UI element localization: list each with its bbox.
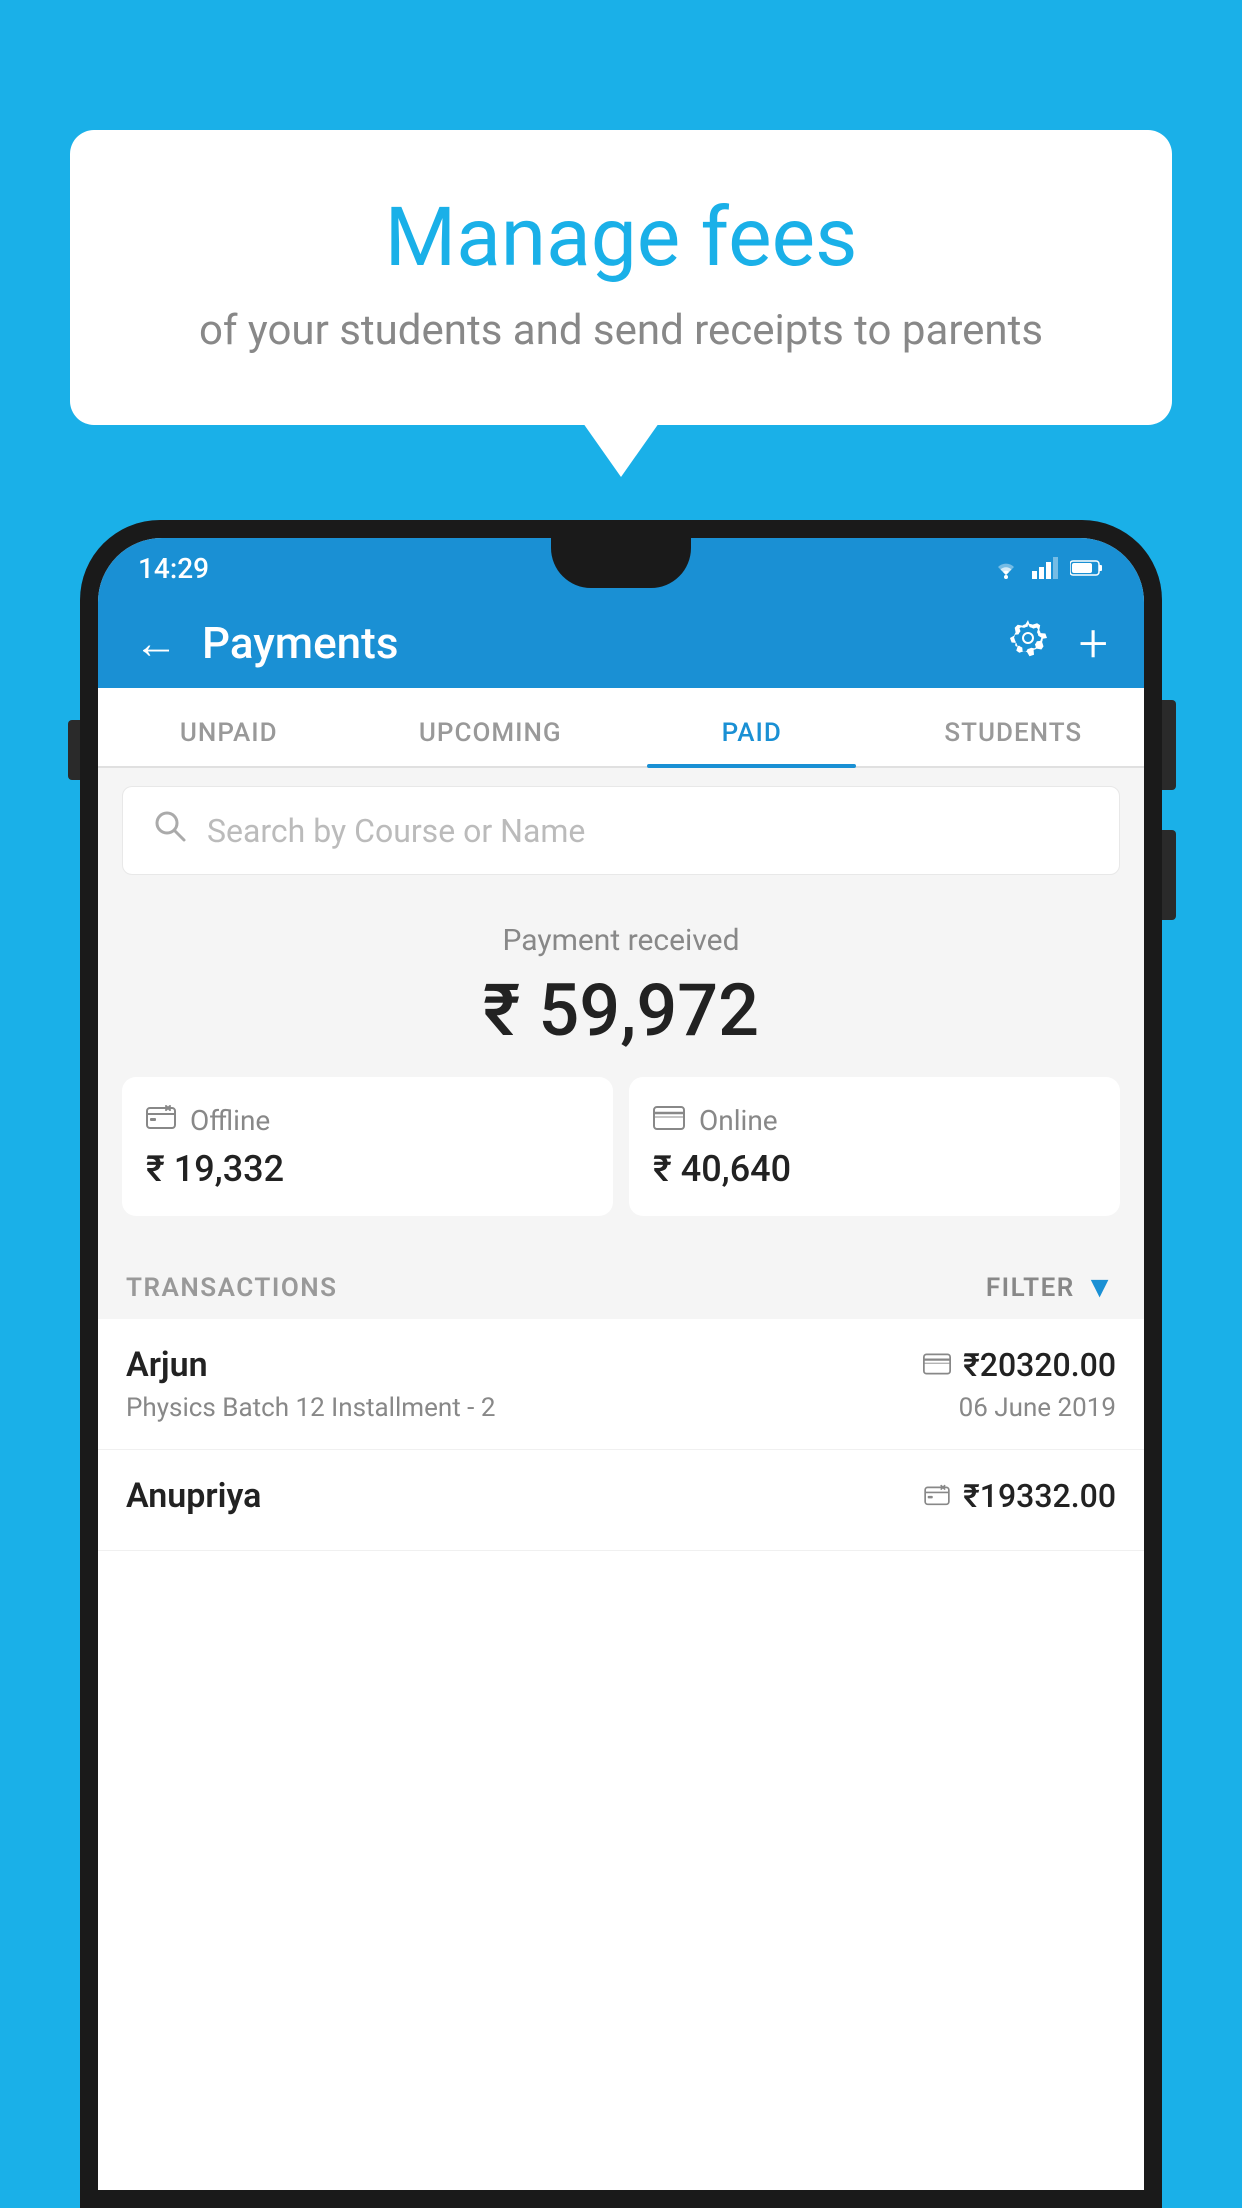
transaction-row[interactable]: Arjun ₹20320.00 Physics Batch 1 xyxy=(98,1319,1144,1450)
transaction-amount-wrap: ₹19332.00 xyxy=(923,1477,1116,1515)
tab-students[interactable]: STUDENTS xyxy=(883,718,1145,766)
offline-payment-icon xyxy=(146,1103,176,1138)
settings-button[interactable] xyxy=(1007,617,1049,669)
phone-frame: 14:29 xyxy=(80,520,1162,2208)
battery-icon xyxy=(1070,559,1104,577)
offline-type-label: Offline xyxy=(190,1104,270,1137)
payment-cards: Offline ₹ 19,332 xyxy=(122,1077,1120,1216)
phone-screen: 14:29 xyxy=(98,538,1144,2190)
search-container: Search by Course or Name xyxy=(98,768,1144,893)
online-payment-icon xyxy=(653,1103,685,1138)
offline-amount: ₹ 19,332 xyxy=(146,1148,589,1190)
app-bar: ← Payments + xyxy=(98,598,1144,688)
payment-total-amount: ₹ 59,972 xyxy=(122,968,1120,1053)
app-bar-actions: + xyxy=(1007,613,1108,674)
transaction-date: 06 June 2019 xyxy=(959,1393,1116,1423)
transaction-payment-icon xyxy=(923,1349,951,1382)
tab-unpaid[interactable]: UNPAID xyxy=(98,718,360,766)
phone-side-right2 xyxy=(1162,830,1176,920)
online-payment-card: Online ₹ 40,640 xyxy=(629,1077,1120,1216)
tab-upcoming[interactable]: UPCOMING xyxy=(360,718,622,766)
transaction-row[interactable]: Anupriya ₹19332.00 xyxy=(98,1450,1144,1551)
online-amount: ₹ 40,640 xyxy=(653,1148,1096,1190)
online-card-header: Online xyxy=(653,1103,1096,1138)
transaction-amount-wrap: ₹20320.00 xyxy=(923,1346,1116,1384)
transaction-bottom: Physics Batch 12 Installment - 2 06 June… xyxy=(126,1393,1116,1423)
status-icons xyxy=(990,557,1104,579)
offline-card-header: Offline xyxy=(146,1103,589,1138)
transaction-top: Anupriya ₹19332.00 xyxy=(126,1476,1116,1516)
phone-container: 14:29 xyxy=(80,520,1162,2208)
transaction-name: Anupriya xyxy=(126,1476,261,1516)
transaction-name: Arjun xyxy=(126,1345,208,1385)
wifi-icon xyxy=(990,557,1022,579)
filter-button[interactable]: FILTER ▼ xyxy=(986,1270,1116,1305)
filter-label: FILTER xyxy=(986,1273,1075,1303)
transactions-header: TRANSACTIONS FILTER ▼ xyxy=(98,1246,1144,1319)
transaction-course: Physics Batch 12 Installment - 2 xyxy=(126,1393,495,1423)
search-input[interactable]: Search by Course or Name xyxy=(207,812,585,850)
payment-received-label: Payment received xyxy=(122,923,1120,958)
transaction-payment-icon xyxy=(923,1480,951,1513)
speech-bubble: Manage fees of your students and send re… xyxy=(70,130,1172,425)
transaction-amount: ₹19332.00 xyxy=(963,1477,1116,1515)
search-icon xyxy=(153,809,187,852)
online-type-label: Online xyxy=(699,1104,778,1137)
phone-side-right1 xyxy=(1162,700,1176,790)
tabs-bar: UNPAID UPCOMING PAID STUDENTS xyxy=(98,688,1144,768)
transaction-amount: ₹20320.00 xyxy=(963,1346,1116,1384)
payment-summary: Payment received ₹ 59,972 xyxy=(98,893,1144,1246)
back-button[interactable]: ← xyxy=(134,617,178,669)
phone-notch xyxy=(551,538,691,588)
signal-icon xyxy=(1032,557,1060,579)
offline-payment-card: Offline ₹ 19,332 xyxy=(122,1077,613,1216)
status-bar: 14:29 xyxy=(98,538,1144,598)
status-time: 14:29 xyxy=(138,552,209,585)
app-bar-title: Payments xyxy=(202,617,1007,669)
filter-icon: ▼ xyxy=(1085,1270,1116,1305)
phone-side-left xyxy=(68,720,80,780)
bubble-subtitle: of your students and send receipts to pa… xyxy=(150,306,1092,355)
bubble-title: Manage fees xyxy=(150,190,1092,286)
transaction-top: Arjun ₹20320.00 xyxy=(126,1345,1116,1385)
transactions-label: TRANSACTIONS xyxy=(126,1273,338,1303)
tab-paid[interactable]: PAID xyxy=(621,718,883,766)
search-box[interactable]: Search by Course or Name xyxy=(122,786,1120,875)
add-button[interactable]: + xyxy=(1079,613,1108,674)
speech-bubble-container: Manage fees of your students and send re… xyxy=(70,130,1172,425)
